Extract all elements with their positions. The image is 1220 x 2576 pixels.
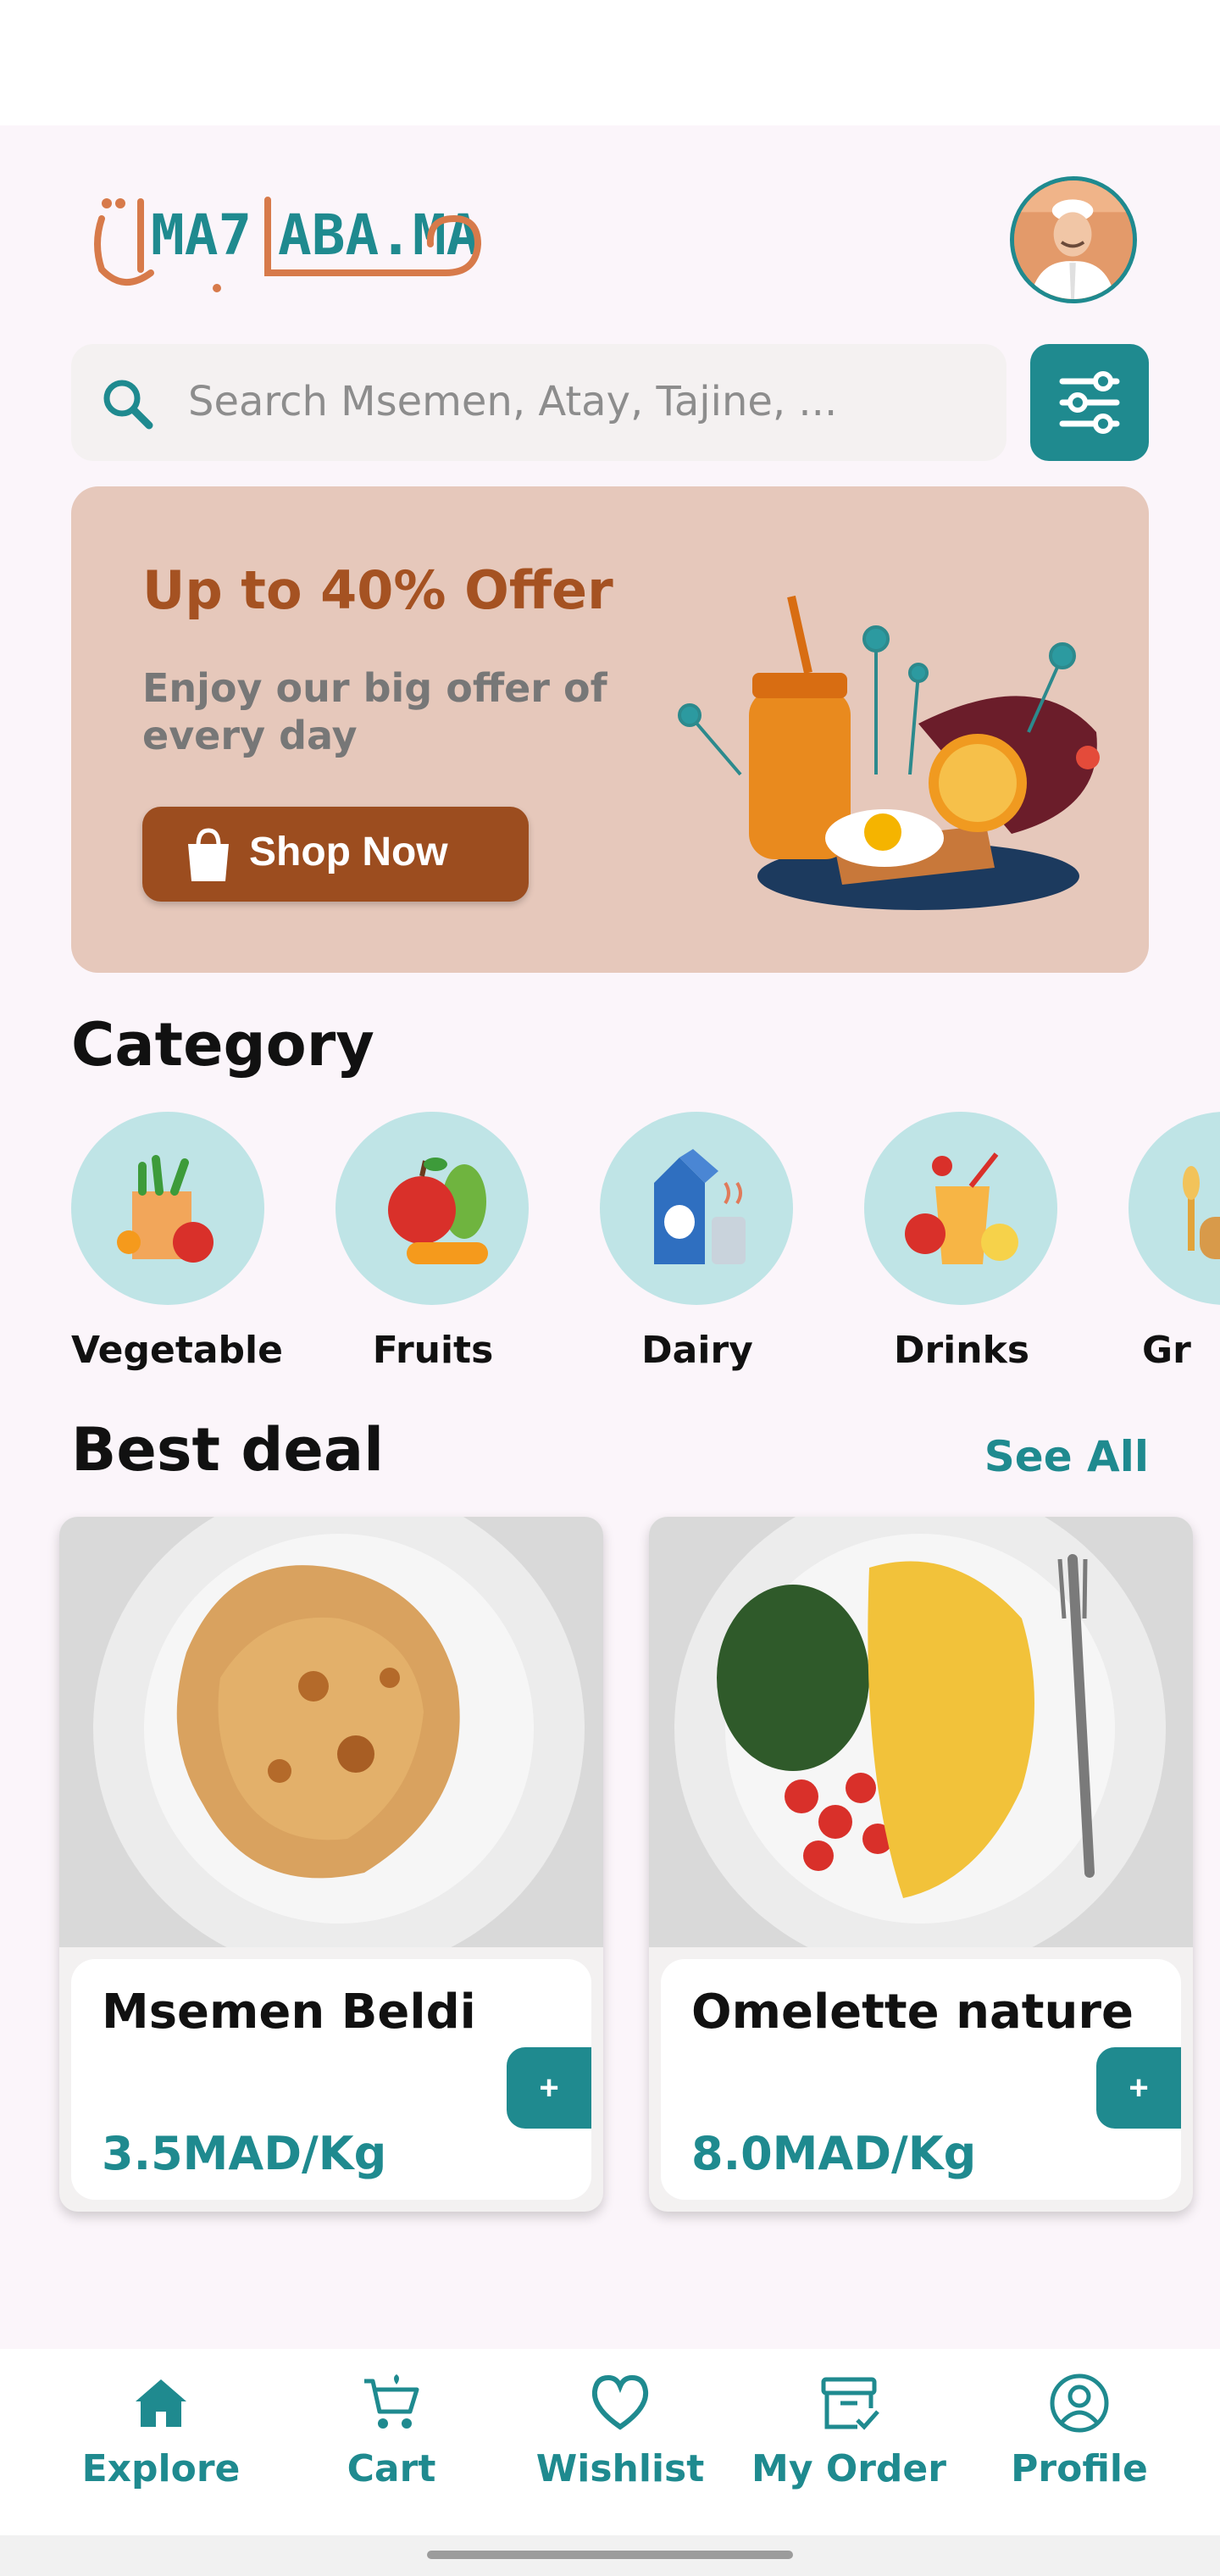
sliders-icon <box>1059 371 1120 434</box>
category-label: Fruits <box>372 1329 494 1372</box>
filter-button[interactable] <box>1030 344 1149 461</box>
product-image <box>649 1517 1193 1974</box>
category-heading: Category <box>71 1010 374 1080</box>
category-item-grains[interactable]: Gr <box>1128 1112 1220 1372</box>
home-indicator[interactable] <box>427 2551 793 2559</box>
shopping-bag-icon <box>188 828 229 881</box>
nav-profile[interactable]: Profile <box>969 2371 1190 2490</box>
juice-glass-icon <box>905 1152 1018 1264</box>
product-price: 3.5MAD/Kg <box>102 2127 387 2180</box>
profile-icon <box>1050 2373 1109 2433</box>
search-bar[interactable]: Search Msemen, Atay, Tajine, ... <box>71 344 1006 461</box>
category-label: Drinks <box>893 1329 1030 1372</box>
breakfast-illustration <box>678 595 1100 910</box>
product-info: Msemen Beldi 3.5MAD/Kg + <box>71 1959 591 2200</box>
order-box-icon <box>821 2377 879 2430</box>
product-info: Omelette nature 8.0MAD/Kg + <box>661 1959 1181 2200</box>
app-logo: MA7 ABA.MA <box>90 185 488 295</box>
category-item-fruits[interactable]: Fruits <box>336 1112 530 1372</box>
product-price: 8.0MAD/Kg <box>691 2127 977 2180</box>
svg-text:ABA.MA: ABA.MA <box>278 203 480 268</box>
product-card-omelette[interactable]: Omelette nature 8.0MAD/Kg + <box>649 1517 1193 2212</box>
cart-icon <box>364 2374 419 2429</box>
search-input[interactable]: Search Msemen, Atay, Tajine, ... <box>188 378 837 425</box>
product-name: Msemen Beldi <box>102 1985 476 2040</box>
banner-subtitle: Enjoy our big offer of every day <box>142 665 607 758</box>
nav-label: Cart <box>347 2447 436 2490</box>
product-card-msemen[interactable]: Msemen Beldi 3.5MAD/Kg + <box>59 1517 603 2212</box>
category-item-dairy[interactable]: Dairy <box>600 1112 795 1372</box>
grain-icon <box>1183 1166 1220 1259</box>
heart-icon <box>591 2374 649 2430</box>
product-image <box>59 1517 603 1974</box>
nav-label: Wishlist <box>535 2447 705 2490</box>
nav-cart[interactable]: Cart <box>281 2371 502 2490</box>
nav-wishlist[interactable]: Wishlist <box>510 2371 730 2490</box>
see-all-link[interactable]: See All <box>984 1432 1149 1481</box>
nav-label: Profile <box>1011 2447 1148 2490</box>
shop-now-button[interactable]: Shop Now <box>142 807 529 902</box>
search-icon <box>103 380 153 430</box>
nav-explore[interactable]: Explore <box>51 2371 271 2490</box>
banner-title: Up to 40% Offer <box>142 559 613 621</box>
add-to-cart-button[interactable]: + <box>507 2047 591 2129</box>
nav-my-order[interactable]: My Order <box>739 2371 959 2490</box>
category-label: Dairy <box>641 1329 753 1372</box>
category-label: Vegetable <box>71 1329 283 1372</box>
category-label: Gr <box>1142 1329 1191 1372</box>
product-name: Omelette nature <box>691 1985 1134 2040</box>
add-to-cart-button[interactable]: + <box>1096 2047 1181 2129</box>
bottom-nav: Explore Cart Wishlist My Order Profile <box>0 2349 1220 2535</box>
category-item-vegetable[interactable]: Vegetable <box>71 1112 283 1372</box>
gesture-bar <box>0 2535 1220 2576</box>
milk-carton-icon <box>654 1149 746 1264</box>
shop-now-label: Shop Now <box>249 830 448 874</box>
avatar[interactable] <box>1010 176 1137 303</box>
vegetable-bag-icon <box>117 1155 214 1263</box>
nav-label: Explore <box>81 2447 241 2490</box>
category-item-drinks[interactable]: Drinks <box>864 1112 1059 1372</box>
offer-banner: Up to 40% Offer Enjoy our big offer of e… <box>71 486 1149 973</box>
svg-text:MA7: MA7 <box>151 203 252 268</box>
best-deal-heading: Best deal <box>71 1415 385 1485</box>
home-icon <box>136 2379 186 2427</box>
fruits-icon <box>388 1158 488 1264</box>
nav-label: My Order <box>751 2447 946 2490</box>
